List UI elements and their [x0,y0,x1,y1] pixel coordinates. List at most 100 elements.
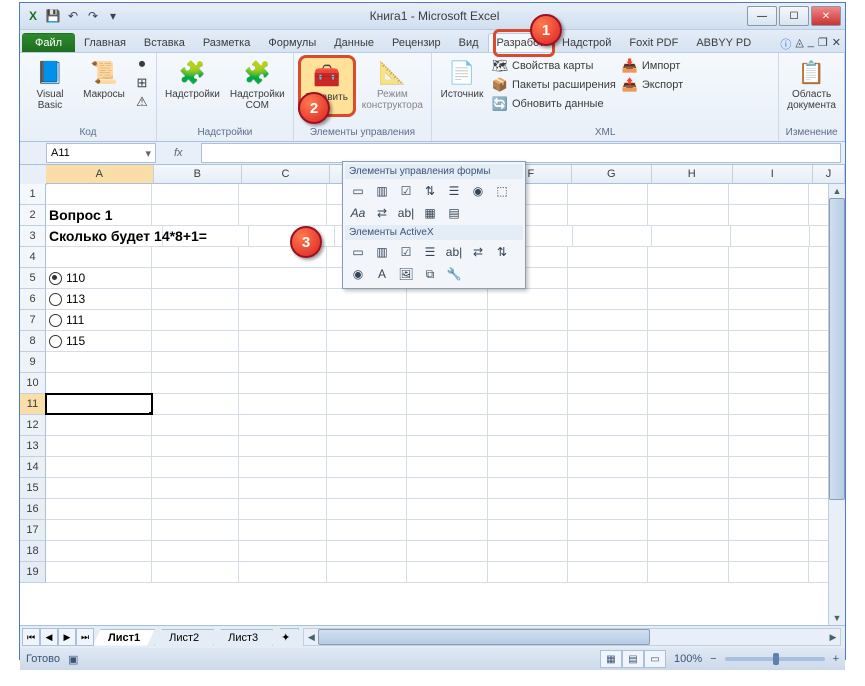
cell-A2[interactable]: Вопрос 1 [46,205,152,225]
cell-I18[interactable] [729,541,809,561]
col-header-B[interactable]: B [154,165,242,184]
cell-B12[interactable] [152,415,240,435]
radio-option-111[interactable] [49,314,62,327]
form-ctrl6-icon[interactable]: ▤ [443,203,465,223]
cell-E19[interactable] [407,562,487,582]
ax-list-icon[interactable]: ☰ [419,242,441,262]
cell-C19[interactable] [239,562,327,582]
row-header-15[interactable]: 15 [20,478,46,499]
radio-option-113[interactable] [49,293,62,306]
col-header-J[interactable]: J [813,165,845,184]
cell-C5[interactable] [239,268,327,288]
cell-C17[interactable] [239,520,327,540]
row-header-14[interactable]: 14 [20,457,46,478]
cell-A17[interactable] [46,520,152,540]
cell-C11[interactable] [239,394,327,414]
cell-F13[interactable] [488,436,568,456]
cell-G12[interactable] [568,415,648,435]
hscroll-thumb[interactable] [318,629,650,645]
cell-A19[interactable] [46,562,152,582]
app-icon[interactable]: X [24,7,42,25]
cell-D18[interactable] [327,541,407,561]
cell-B8[interactable] [152,331,240,351]
cell-F14[interactable] [488,457,568,477]
cell-I17[interactable] [729,520,809,540]
cell-F9[interactable] [488,352,568,372]
ax-image-icon[interactable]: 🖼 [395,264,417,284]
cell-H14[interactable] [648,457,728,477]
cell-B7[interactable] [152,310,240,330]
cell-D11[interactable] [327,394,407,414]
tab-layout[interactable]: Разметка [194,33,260,52]
radio-option-110[interactable] [49,272,62,285]
visual-basic-button[interactable]: 📘Visual Basic [24,55,76,113]
ax-checkbox-icon[interactable]: ☑ [395,242,417,262]
form-ctrl5-icon[interactable]: ▦ [419,203,441,223]
cell-D10[interactable] [327,373,407,393]
cell-G16[interactable] [568,499,648,519]
row-header-4[interactable]: 4 [20,247,46,268]
cell-A15[interactable] [46,478,152,498]
cell-G8[interactable] [568,331,648,351]
cell-B10[interactable] [152,373,240,393]
cell-A7[interactable]: 111 [46,310,152,330]
cell-D16[interactable] [327,499,407,519]
tab-file[interactable]: Файл [22,33,75,52]
cell-A16[interactable] [46,499,152,519]
scroll-right-icon[interactable]: ▶ [826,629,840,645]
xml-import-button[interactable]: 📥Импорт [620,57,685,75]
ax-more-icon[interactable]: 🔧 [443,264,465,284]
cell-B15[interactable] [152,478,240,498]
cell-B5[interactable] [152,268,240,288]
cell-H11[interactable] [648,394,728,414]
radio-option-115[interactable] [49,335,62,348]
record-macro-button[interactable]: ⏺ [132,55,152,73]
cell-I3[interactable] [731,226,810,246]
cell-H17[interactable] [648,520,728,540]
doc-min-icon[interactable]: _ [808,36,814,52]
fx-icon[interactable]: fx [156,147,201,159]
row-header-16[interactable]: 16 [20,499,46,520]
cell-A6[interactable]: 113 [46,289,152,309]
scroll-left-icon[interactable]: ◀ [304,629,318,645]
cell-G1[interactable] [568,184,648,204]
sheet-first-button[interactable]: ⏮ [22,628,40,646]
tab-abbyy[interactable]: ABBYY PD [687,33,760,52]
cell-I4[interactable] [729,247,809,267]
cell-C7[interactable] [239,310,327,330]
name-box[interactable]: A11▾ [46,143,156,163]
row-header-17[interactable]: 17 [20,520,46,541]
sheet-tab-2[interactable]: Лист2 [154,629,214,646]
cell-F18[interactable] [488,541,568,561]
col-header-G[interactable]: G [572,165,652,184]
cell-I10[interactable] [729,373,809,393]
cell-B19[interactable] [152,562,240,582]
cell-I15[interactable] [729,478,809,498]
cell-B13[interactable] [152,436,240,456]
cell-H16[interactable] [648,499,728,519]
cell-E10[interactable] [407,373,487,393]
ax-combo-icon[interactable]: ▥ [371,242,393,262]
cell-B1[interactable] [152,184,240,204]
ax-spin-icon[interactable]: ⇅ [491,242,513,262]
cell-D13[interactable] [327,436,407,456]
cell-H4[interactable] [648,247,728,267]
help-icon[interactable]: ⓘ [780,36,791,52]
cell-C16[interactable] [239,499,327,519]
cell-I1[interactable] [729,184,809,204]
document-panel-button[interactable]: 📋Область документа [783,55,840,113]
minimize-ribbon-icon[interactable]: ◬ [795,36,803,52]
cell-E15[interactable] [407,478,487,498]
sheet-last-button[interactable]: ⏭ [76,628,94,646]
cell-H18[interactable] [648,541,728,561]
cell-A14[interactable] [46,457,152,477]
cell-G17[interactable] [568,520,648,540]
doc-close-icon[interactable]: ✕ [832,36,841,52]
tab-data[interactable]: Данные [325,33,383,52]
form-label-icon[interactable]: Aa [347,203,369,223]
relative-ref-button[interactable]: ⊞ [132,74,152,92]
cell-G9[interactable] [568,352,648,372]
cell-E14[interactable] [407,457,487,477]
form-listbox-icon[interactable]: ☰ [443,181,465,201]
macro-record-icon[interactable]: ▣ [68,653,78,666]
